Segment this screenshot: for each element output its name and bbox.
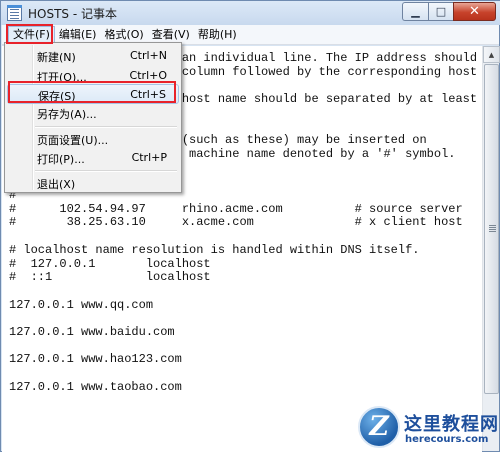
editor-line: # 38.25.63.10 x.acme.com # x client host: [9, 215, 463, 230]
menu-item-shortcut: Ctrl+N: [129, 49, 167, 62]
editor-line: 127.0.0.1 www.taobao.com: [9, 379, 182, 394]
scroll-thumb[interactable]: [484, 64, 499, 394]
menu-item-label: 打印(P)...: [37, 153, 85, 166]
menu-item-label: 新建(N): [37, 51, 76, 64]
menu-item-shortcut: Ctrl+S: [130, 88, 166, 101]
editor-line: # localhost name resolution is handled w…: [9, 242, 420, 257]
notepad-app-icon: [7, 5, 22, 21]
minimize-button[interactable]: ▁: [402, 2, 428, 21]
menu-item-open[interactable]: 打开(O)... Ctrl+O: [7, 66, 179, 86]
watermark-letter: Z: [366, 411, 392, 442]
menu-item-save[interactable]: 保存(S) Ctrl+S: [7, 84, 179, 104]
menu-edit[interactable]: 编辑(E): [55, 26, 101, 44]
editor-line: # ::1 localhost: [9, 270, 211, 285]
editor-line: 127.0.0.1 www.baidu.com: [9, 325, 175, 340]
menu-separator: [35, 170, 177, 171]
scroll-grip-icon: [489, 225, 496, 226]
watermark-url: herecours.com: [405, 434, 489, 445]
maximize-button[interactable]: □: [428, 2, 453, 21]
menu-item-label: 页面设置(U)...: [37, 134, 109, 147]
menu-item-label: 退出(X): [37, 178, 76, 191]
menu-item-shortcut: Ctrl+P: [131, 151, 167, 164]
caption-buttons: ▁ □ ✕: [402, 2, 496, 21]
watermark-title: 这里教程网: [404, 414, 499, 435]
menu-item-page-setup[interactable]: 页面设置(U)...: [7, 129, 179, 149]
editor-line: 127.0.0.1 www.qq.com: [9, 297, 154, 312]
close-button[interactable]: ✕: [453, 2, 496, 21]
menu-item-exit[interactable]: 退出(X): [7, 173, 179, 193]
menu-item-label: 另存为(A)...: [37, 108, 97, 121]
scroll-up-arrow-icon[interactable]: ▲: [483, 46, 500, 63]
editor-line: # 102.54.94.97 rhino.acme.com # source s…: [9, 201, 463, 216]
file-menu-dropdown: 新建(N) Ctrl+N 打开(O)... Ctrl+O 保存(S) Ctrl+…: [4, 42, 182, 193]
menu-item-shortcut: Ctrl+O: [129, 69, 167, 82]
editor-line: 127.0.0.1 www.hao123.com: [9, 352, 182, 367]
menu-item-label: 保存(S): [38, 90, 76, 103]
editor-line: # 127.0.0.1 localhost: [9, 256, 211, 271]
menu-item-print[interactable]: 打印(P)... Ctrl+P: [7, 148, 179, 168]
menu-format[interactable]: 格式(O): [100, 26, 147, 44]
watermark-logo: Z 这里教程网 herecours.com: [358, 404, 498, 450]
menu-view[interactable]: 查看(V): [148, 26, 194, 44]
menu-item-label: 打开(O)...: [37, 71, 87, 84]
watermark-circle-icon: Z: [358, 406, 400, 448]
title-bar[interactable]: HOSTS - 记事本 ▁ □ ✕: [1, 1, 500, 25]
window-title: HOSTS - 记事本: [28, 7, 117, 21]
vertical-scrollbar[interactable]: ▲: [482, 46, 500, 451]
menu-file[interactable]: 文件(F): [8, 25, 55, 44]
menu-item-new[interactable]: 新建(N) Ctrl+N: [7, 46, 179, 66]
menu-separator: [35, 126, 177, 127]
menu-item-save-as[interactable]: 另存为(A)...: [7, 103, 179, 123]
menu-help[interactable]: 帮助(H): [194, 26, 241, 44]
